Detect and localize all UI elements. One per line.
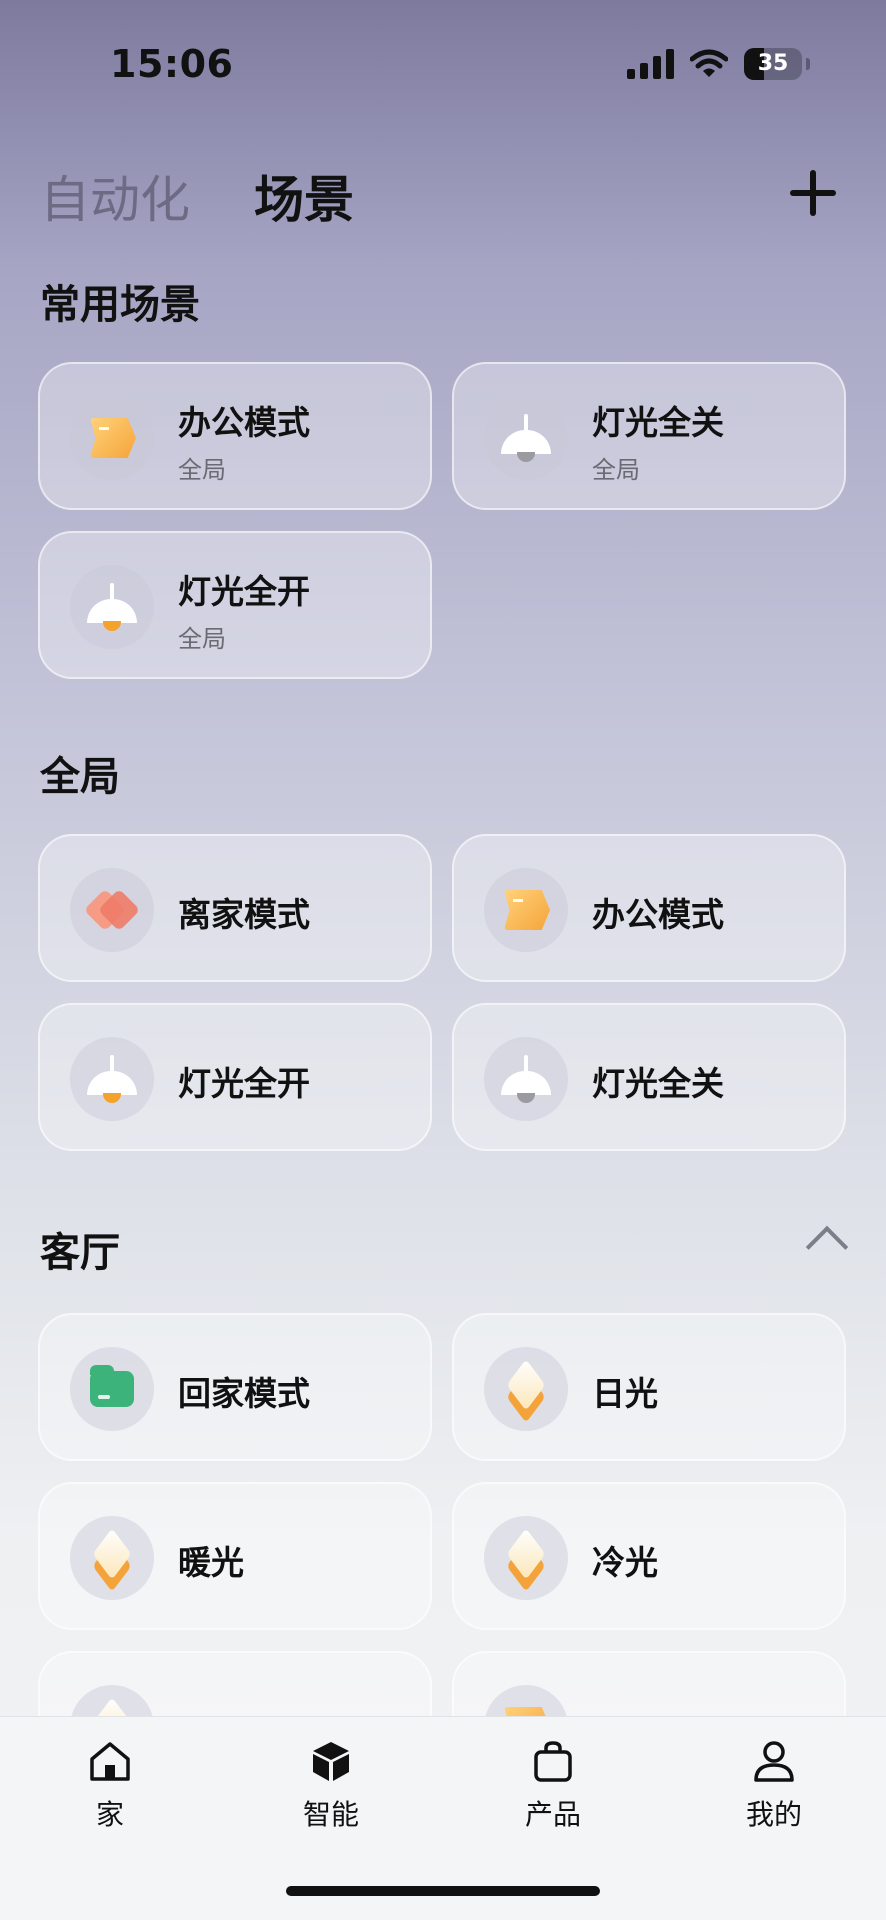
- nav-me[interactable]: 我的: [714, 1739, 834, 1839]
- tab-scenes[interactable]: 场景: [254, 160, 354, 232]
- plus-icon[interactable]: [790, 170, 836, 216]
- lamp-off-icon: [484, 1037, 568, 1121]
- nav-label: 产品: [524, 1798, 581, 1831]
- layers-icon: [484, 1347, 568, 1431]
- scene-title: 灯光全关: [592, 403, 724, 442]
- scene-card[interactable]: 日光: [452, 1313, 846, 1461]
- section-title-global: 全局: [40, 754, 120, 800]
- wifi-icon: [690, 49, 728, 77]
- scene-title: 办公模式: [592, 895, 724, 934]
- scene-card[interactable]: 灯光全关: [452, 1003, 846, 1151]
- scene-card[interactable]: 离家模式: [38, 834, 432, 982]
- battery-level: 35: [757, 51, 789, 76]
- scene-card[interactable]: 暖光: [38, 1482, 432, 1630]
- scene-title: 日光: [592, 1374, 658, 1413]
- scene-title: 办公模式: [178, 403, 310, 442]
- scene-title: 灯光全开: [178, 1064, 310, 1103]
- home-mode-icon: [70, 1347, 154, 1431]
- nav-home[interactable]: 家: [50, 1739, 170, 1839]
- lamp-on-icon: [70, 565, 154, 649]
- scene-card[interactable]: 办公模式: [452, 834, 846, 982]
- status-time: 15:06: [110, 42, 234, 86]
- home-indicator: [286, 1886, 600, 1896]
- nav-label: 智能: [302, 1798, 359, 1831]
- chevron-up-icon[interactable]: [805, 1225, 849, 1269]
- lamp-off-icon: [484, 396, 568, 480]
- scene-title: 灯光全开: [178, 572, 310, 611]
- scene-card[interactable]: 办公模式 全局: [38, 362, 432, 510]
- cube-icon: [313, 1742, 349, 1781]
- layers-icon: [70, 1516, 154, 1600]
- nav-label: 我的: [745, 1798, 802, 1831]
- status-bar: 15:06 35: [0, 0, 886, 130]
- nav-products[interactable]: 产品: [493, 1739, 613, 1839]
- scene-title: 灯光全关: [592, 1064, 724, 1103]
- scene-subtitle: 全局: [592, 456, 640, 484]
- away-icon: [70, 868, 154, 952]
- nav-smart[interactable]: 智能: [271, 1739, 391, 1839]
- office-icon: [70, 396, 154, 480]
- status-indicators: 35: [627, 48, 810, 80]
- scene-card[interactable]: 灯光全开: [38, 1003, 432, 1151]
- section-title-frequent: 常用场景: [40, 282, 200, 328]
- scene-subtitle: 全局: [178, 456, 226, 484]
- lamp-on-icon: [70, 1037, 154, 1121]
- battery-cap: [806, 58, 810, 70]
- scene-subtitle: 全局: [178, 625, 226, 653]
- office-icon: [484, 868, 568, 952]
- scene-card[interactable]: 灯光全开 全局: [38, 531, 432, 679]
- person-icon: [754, 1741, 794, 1782]
- cellular-signal-icon: [627, 49, 674, 79]
- bag-icon: [534, 1741, 572, 1782]
- scene-title: 回家模式: [178, 1374, 310, 1413]
- layers-icon: [484, 1516, 568, 1600]
- scene-card[interactable]: 回家模式: [38, 1313, 432, 1461]
- scene-title: 冷光: [592, 1543, 658, 1582]
- section-title-living-room: 客厅: [40, 1230, 120, 1276]
- house-icon: [90, 1742, 130, 1781]
- scene-card[interactable]: 灯光全关 全局: [452, 362, 846, 510]
- scene-title: 离家模式: [178, 895, 310, 934]
- nav-label: 家: [95, 1798, 124, 1831]
- scene-title: 暖光: [178, 1543, 244, 1582]
- battery-icon: 35: [744, 48, 802, 80]
- scene-card[interactable]: 冷光: [452, 1482, 846, 1630]
- tab-automation[interactable]: 自动化: [40, 160, 190, 232]
